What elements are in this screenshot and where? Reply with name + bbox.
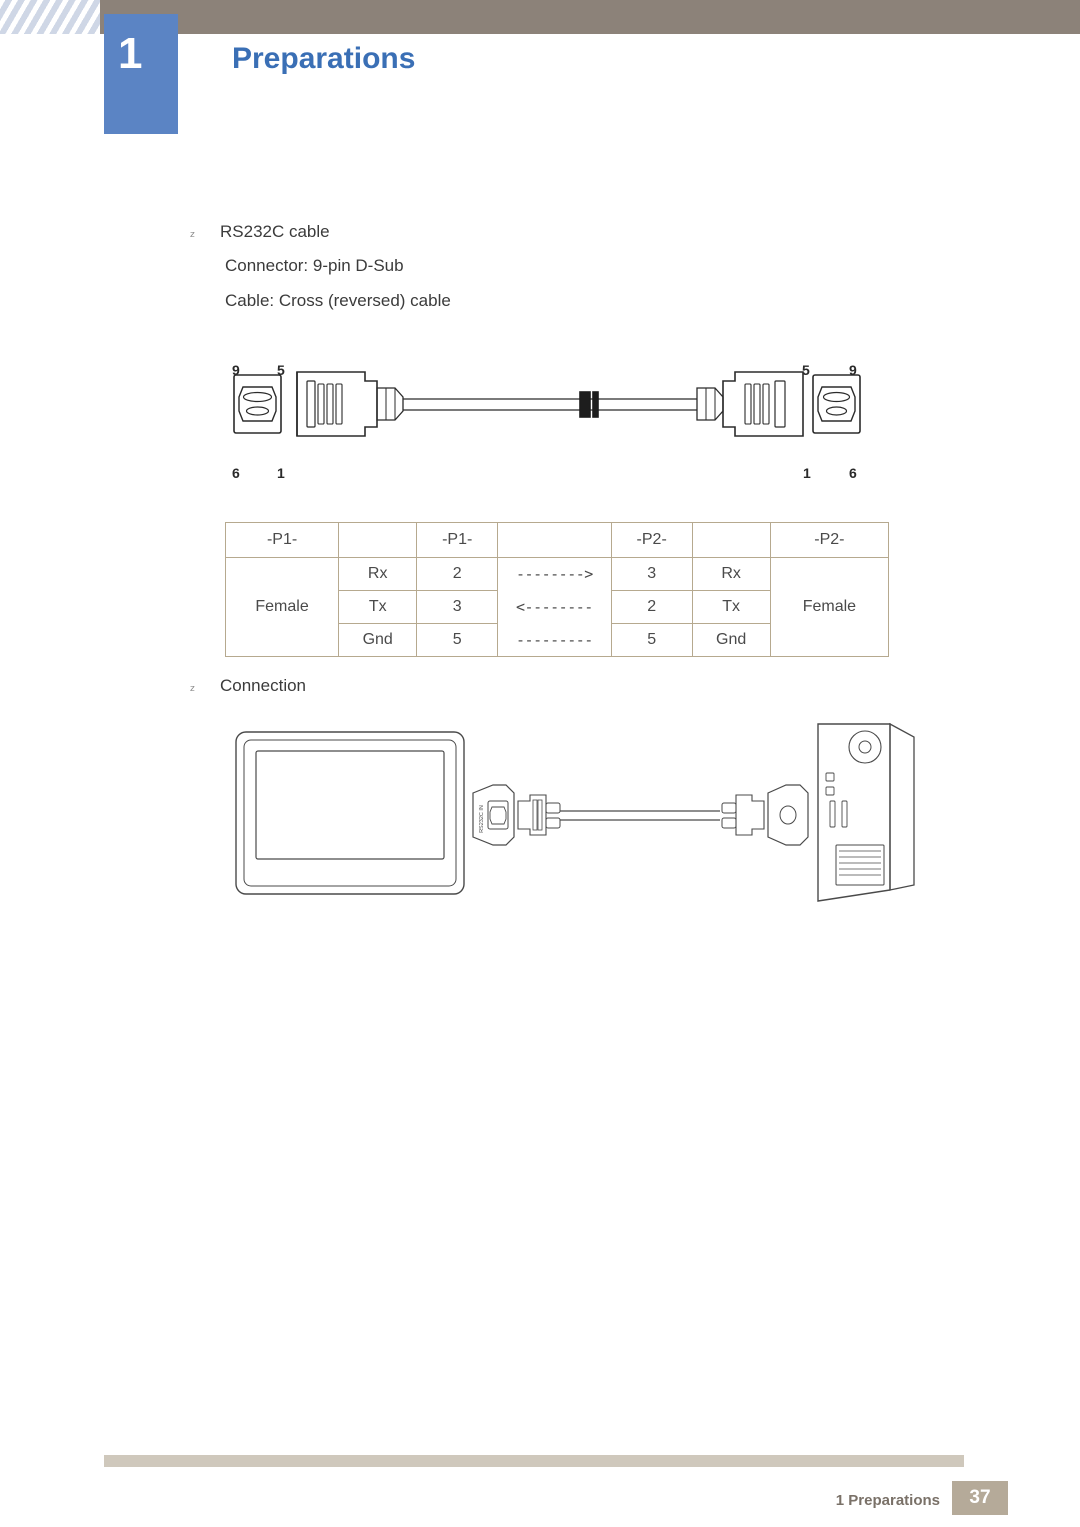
table-header-cell [691,522,771,558]
cell-signal-left: Gnd [338,623,418,657]
table-header-cell [497,522,612,558]
cable-spec-cable: Cable: Cross (reversed) cable [225,291,451,310]
pin-assignment-table: -P1- -P1- -P2- -P2- Female Rx 2 --------… [224,522,890,657]
table-header-row: -P1- -P1- -P2- -P2- [224,522,890,558]
pin-label-right-bottom-outer: 6 [849,465,857,481]
cell-pin-right: 3 [610,557,693,591]
table-header-cell [338,522,418,558]
table-header-cell: -P2- [769,522,890,558]
pin-label-left-bottom-outer: 6 [232,465,240,481]
list-item-connection: z Connection [190,676,306,696]
rs232c-cable-illustration [225,355,875,490]
list-item-label: Connection [220,676,307,695]
pin-label-left-top-outer: 9 [232,362,240,378]
cable-spec-connector: Connector: 9-pin D-Sub [225,256,404,275]
cell-signal-left: Rx [338,557,418,591]
pin-label-right-top-outer: 9 [849,362,857,378]
cell-direction: --------> [497,557,612,591]
pin-label-right-top-inner: 5 [802,362,810,378]
cell-pin-left: 5 [416,623,499,657]
table-row: Female Rx 2 --------> 3 Rx Female [224,557,890,657]
bullet-marker-icon: z [190,684,195,694]
list-item-label: RS232C cable [220,222,330,241]
port-label: RS232C IN [479,805,485,833]
table-header-cell: -P1- [416,522,499,558]
pin-label-right-bottom-inner: 1 [803,465,811,481]
cell-side-right: Female [769,557,890,657]
cell-direction: --------- [497,623,612,657]
table-header-cell: -P1- [224,522,340,558]
pin-label-left-bottom-inner: 1 [277,465,285,481]
footer-chapter-label: 1 Preparations [835,1492,940,1509]
page-number: 37 [952,1481,1008,1515]
cell-side-left: Female [224,557,340,657]
page-title: Preparations [232,42,416,75]
cell-pin-right: 2 [610,590,693,624]
cell-signal-right: Tx [691,590,771,624]
cell-signal-right: Gnd [691,623,771,657]
pin-label-left-top-inner: 5 [277,362,285,378]
cell-pin-left: 3 [416,590,499,624]
cell-direction: <-------- [497,590,612,624]
table-header-cell: -P2- [610,522,693,558]
chapter-number: 1 [118,29,143,78]
cell-pin-right: 5 [610,623,693,657]
footer-divider [104,1455,964,1467]
connection-diagram: RS232C IN [230,715,920,915]
header-hatch-decoration [0,0,100,34]
list-item-rs232c-cable: z RS232C cable [190,222,330,242]
chapter-number-box: 1 [104,14,178,134]
cell-signal-left: Tx [338,590,418,624]
cell-pin-left: 2 [416,557,499,591]
bullet-marker-icon: z [190,230,195,240]
cell-signal-right: Rx [691,557,771,591]
